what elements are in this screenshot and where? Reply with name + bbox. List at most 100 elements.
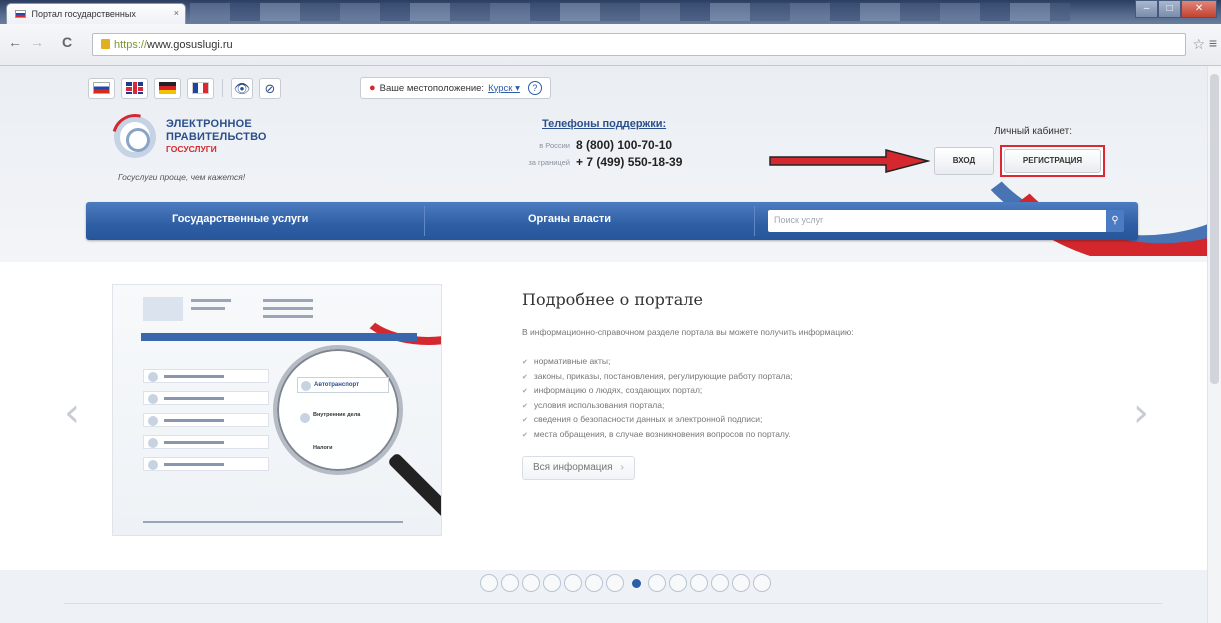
chevron-right-icon: ›	[620, 462, 624, 473]
back-button[interactable]: ←	[8, 34, 22, 50]
portal-info: Подробнее о портале В информационно-спра…	[522, 290, 982, 480]
nav-services[interactable]: Государственные услуги	[172, 213, 308, 225]
nav-divider	[424, 206, 425, 236]
nav-authorities[interactable]: Органы власти	[528, 213, 611, 225]
slide-intro: В информационно-справочном разделе порта…	[522, 327, 854, 337]
lens-item: Внутренние дела	[297, 409, 389, 429]
list-item: информацию о людях, создающих портал;	[522, 384, 982, 399]
location-pin-icon: ●	[369, 82, 376, 94]
carousel-dot[interactable]	[753, 574, 771, 592]
scrollbar[interactable]	[1207, 66, 1221, 623]
search-button[interactable]: ⚲	[1106, 210, 1124, 232]
carousel-dot[interactable]	[480, 574, 498, 592]
carousel-prev-button[interactable]: ‹	[64, 390, 80, 436]
info-list: нормативные акты; законы, приказы, поста…	[522, 355, 982, 442]
lock-icon	[101, 39, 110, 49]
blurred-tab-strip	[190, 3, 1070, 21]
carousel-dot[interactable]	[732, 574, 750, 592]
register-highlight-frame: РЕГИСТРАЦИЯ	[1000, 145, 1105, 177]
login-button[interactable]: ВХОД	[934, 147, 994, 175]
location-selector[interactable]: ● Ваше местоположение: Курск ▾ ?	[360, 77, 551, 99]
maximize-button[interactable]: □	[1158, 0, 1182, 18]
magnifier-lens: Автотранспорт Внутренние дела Налоги	[273, 345, 403, 475]
url-scheme: https://	[114, 39, 148, 51]
site-header: 👁 ⊘ ● Ваше местоположение: Курск ▾ ? ЭЛЕ…	[0, 66, 1221, 262]
support-phones: Телефоны поддержки: в России 8 (800) 100…	[480, 118, 730, 198]
phone-number: + 7 (499) 550-18-39	[576, 155, 683, 169]
carousel-dot[interactable]	[606, 574, 624, 592]
main-navbar: Государственные услуги Органы власти Пои…	[86, 202, 1138, 240]
carousel-dot[interactable]	[648, 574, 666, 592]
bookmark-star-icon[interactable]: ☆	[1192, 36, 1205, 53]
search-icon: ⚲	[1111, 215, 1119, 226]
carousel-dot[interactable]	[564, 574, 582, 592]
slide-title: Подробнее о портале	[522, 290, 703, 309]
flag-fr-icon	[192, 82, 209, 94]
logo-line1: ЭЛЕКТРОННОЕ	[166, 118, 252, 130]
carousel-dot[interactable]	[501, 574, 519, 592]
lang-fr-button[interactable]	[187, 77, 214, 99]
address-bar: ← → C https://www.gosuslugi.ru ☆ ≡	[0, 24, 1221, 66]
minimize-button[interactable]: –	[1135, 0, 1159, 18]
carousel-dot[interactable]	[711, 574, 729, 592]
nav-divider	[754, 206, 755, 236]
cabinet-title: Личный кабинет:	[993, 126, 1072, 137]
location-city-link[interactable]: Курск ▾	[488, 83, 520, 94]
compass-icon[interactable]: ⊘	[259, 77, 281, 99]
page: 👁 ⊘ ● Ваше местоположение: Курск ▾ ? ЭЛЕ…	[0, 66, 1221, 623]
close-window-button[interactable]: ✕	[1181, 0, 1217, 18]
help-icon[interactable]: ?	[527, 81, 542, 95]
lang-de-button[interactable]	[154, 77, 181, 99]
emblem-icon	[103, 105, 167, 169]
browser-tab[interactable]: Портал государственных ×	[6, 3, 186, 24]
flag-ru-icon	[93, 82, 110, 94]
site-logo[interactable]: ЭЛЕКТРОННОЕ ПРАВИТЕЛЬСТВО ГОСУСЛУГИ Госу…	[103, 105, 298, 188]
phone-number: 8 (800) 100-70-10	[576, 138, 673, 152]
carousel-dot[interactable]	[585, 574, 603, 592]
lens-item: Налоги	[313, 445, 333, 451]
forward-button[interactable]: →	[30, 34, 44, 50]
support-phones-title[interactable]: Телефоны поддержки:	[542, 118, 666, 130]
more-info-label: Вся информация	[533, 462, 613, 473]
favicon-icon	[15, 10, 26, 18]
browser-title-bar: Портал государственных × – □ ✕	[0, 0, 1221, 24]
logo-slogan: Госуслуги проще, чем кажется!	[118, 172, 246, 182]
list-item: места обращения, в случае возникновения …	[522, 428, 982, 443]
url-input[interactable]: https://www.gosuslugi.ru	[92, 33, 1186, 56]
carousel-dot[interactable]	[522, 574, 540, 592]
carousel-next-button[interactable]: ›	[1133, 390, 1149, 436]
carousel-dot[interactable]	[543, 574, 561, 592]
list-item: условия использования портала;	[522, 399, 982, 414]
menu-icon[interactable]: ≡	[1209, 35, 1217, 51]
tab-title: Портал государственных	[31, 9, 136, 19]
lens-item: Автотранспорт	[297, 377, 389, 393]
portal-preview-image: Автотранспорт Внутренние дела Налоги	[112, 284, 442, 536]
list-item: законы, приказы, постановления, регулиру…	[522, 370, 982, 385]
tab-close-icon[interactable]: ×	[174, 8, 179, 18]
list-item: сведения о безопасности данных и электро…	[522, 413, 982, 428]
lang-ru-button[interactable]	[88, 77, 115, 99]
phone-row: за границей + 7 (499) 550-18-39	[480, 155, 730, 171]
register-button[interactable]: РЕГИСТРАЦИЯ	[1004, 149, 1101, 173]
carousel-dot[interactable]	[669, 574, 687, 592]
flag-de-icon	[159, 82, 176, 94]
reload-button[interactable]: C	[62, 34, 72, 50]
carousel-slide: ‹ › Автотранспорт Внутренние дела Налоги	[0, 262, 1221, 570]
flag-en-icon	[126, 82, 143, 94]
language-switcher: 👁 ⊘	[88, 76, 281, 100]
logo-line3: ГОСУСЛУГИ	[166, 144, 217, 154]
divider	[222, 79, 223, 97]
divider	[64, 603, 1162, 604]
search-input[interactable]: Поиск услуг	[768, 210, 1108, 232]
phone-label: за границей	[528, 158, 570, 167]
carousel-pagination	[480, 574, 771, 592]
more-info-button[interactable]: Вся информация ›	[522, 456, 635, 480]
carousel-dot[interactable]	[690, 574, 708, 592]
lang-en-button[interactable]	[121, 77, 148, 99]
scrollbar-thumb[interactable]	[1210, 74, 1219, 384]
list-item: нормативные акты;	[522, 355, 982, 370]
carousel-dot[interactable]	[627, 574, 645, 592]
url-host: www.gosuslugi.ru	[147, 39, 233, 51]
accessibility-eye-icon[interactable]: 👁	[231, 77, 253, 99]
magnifier-handle	[387, 452, 441, 528]
